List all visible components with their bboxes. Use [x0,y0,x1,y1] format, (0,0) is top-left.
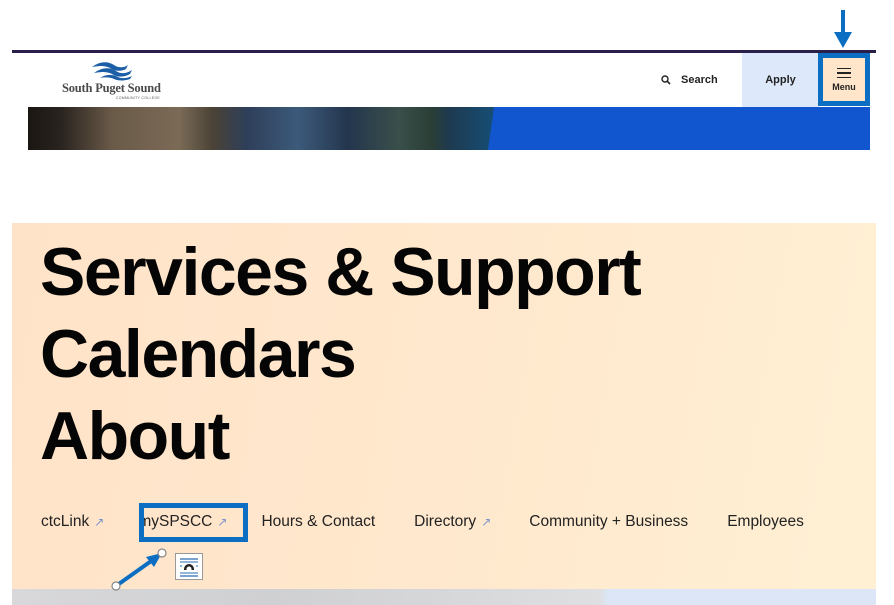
external-link-icon: ↗ [94,515,105,529]
apply-label: Apply [765,74,796,86]
search-label: Search [681,74,718,86]
annotation-arrow-down-icon [834,10,852,48]
text-wrap-icon[interactable] [175,553,203,580]
primary-nav: Services & Support Calendars About [40,231,642,477]
hero-blue-block [488,107,870,150]
primary-link-services-support[interactable]: Services & Support [40,231,642,313]
primary-link-about[interactable]: About [40,395,640,477]
sub-nav-directory[interactable]: Directory ↗ [414,513,491,531]
sub-nav-hours-contact[interactable]: Hours & Contact [261,513,375,531]
logo-name: South Puget Sound [62,81,161,95]
college-logo[interactable]: South Puget Sound COMMUNITY COLLEGE [62,59,162,100]
external-link-icon: ↗ [481,515,492,529]
apply-button[interactable]: Apply [742,53,819,107]
annotation-arrow-icon [111,548,167,591]
search-button[interactable]: Search [657,53,739,107]
sub-nav-label: Employees [727,513,804,530]
site-header: South Puget Sound COMMUNITY COLLEGE Sear… [12,53,876,107]
hamburger-icon [837,67,851,79]
waves-logo-icon [92,62,132,81]
menu-button[interactable]: Menu [818,53,870,106]
sub-nav-label: Directory [414,513,477,530]
logo-subtitle: COMMUNITY COLLEGE [115,96,160,100]
sub-nav-community-business[interactable]: Community + Business [529,513,688,531]
sub-nav-ctclink[interactable]: ctcLink ↗ [41,513,104,531]
sub-nav-label: Hours & Contact [261,513,376,530]
primary-link-calendars[interactable]: Calendars [40,313,640,395]
sub-nav-label: Community + Business [529,513,689,530]
hero-image [28,107,870,150]
sub-nav-employees[interactable]: Employees [727,513,804,531]
wrap-glyph-icon [180,557,198,577]
search-icon [661,75,671,85]
annotation-highlight-box [139,503,248,542]
sub-nav-label: ctcLink [41,513,90,530]
menu-label: Menu [832,81,856,92]
